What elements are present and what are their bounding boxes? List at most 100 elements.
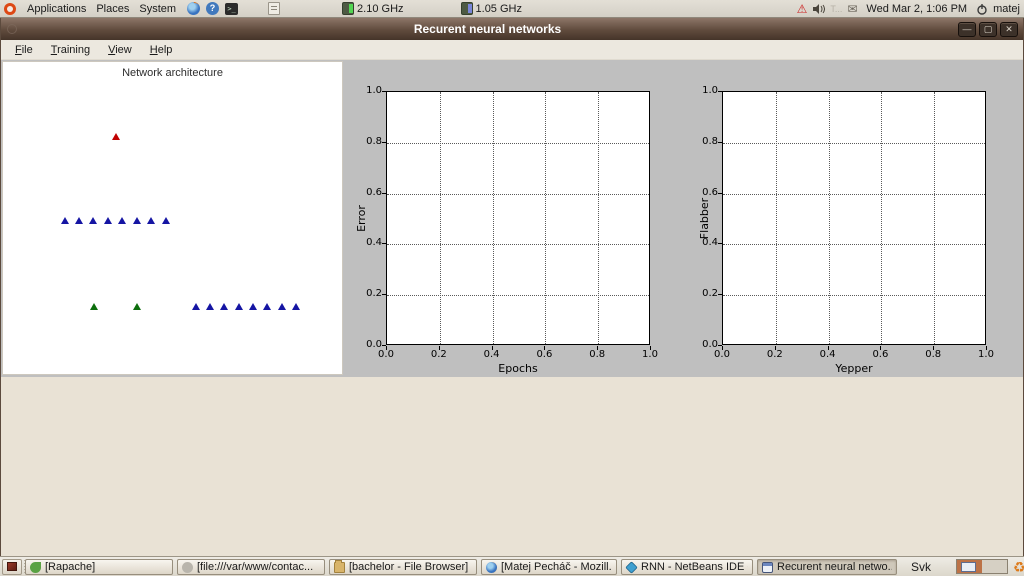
status-area: ⚠ T... ✉ Wed Mar 2, 1:06 PM matej <box>797 3 1020 15</box>
gridline <box>881 92 883 344</box>
title-bar[interactable]: Recurent neural networks — ▢ ✕ <box>1 18 1023 40</box>
cpu-icon <box>342 2 355 15</box>
menu-training[interactable]: Training <box>43 42 98 58</box>
desktop: Applications Places System ? >_ 2.10 GHz 1… <box>0 0 1024 576</box>
maximize-button[interactable]: ▢ <box>979 21 997 37</box>
plot-axes <box>386 91 650 345</box>
trash-icon[interactable]: ♻ <box>1013 559 1024 575</box>
task-label: [file:///var/www/contac... <box>197 561 314 573</box>
y-axis-label: Flabber <box>698 197 712 240</box>
task-label: [Matej Pecháč - Mozill... <box>501 561 612 573</box>
gridline <box>545 92 547 344</box>
show-desktop-button[interactable] <box>2 558 22 575</box>
y-axis-label: Error <box>354 205 368 232</box>
neuron-marker <box>90 303 98 310</box>
tick-mark <box>718 91 722 92</box>
tick-mark <box>718 243 722 245</box>
tick-mark <box>382 294 386 296</box>
cpu2-frequency: 1.05 GHz <box>475 2 522 15</box>
y-tick-label: 0.0 <box>702 339 718 350</box>
y-tick-label: 0.8 <box>702 135 718 147</box>
tick-mark <box>718 294 722 296</box>
gridline <box>934 92 936 344</box>
neuron-marker <box>75 217 83 224</box>
tick-mark <box>382 192 386 194</box>
y-tick-label: 0.6 <box>366 186 382 198</box>
warning-icon[interactable]: ⚠ <box>797 3 808 15</box>
task-label: [bachelor - File Browser] <box>349 561 469 573</box>
menu-file[interactable]: File <box>7 42 41 58</box>
terminal-icon[interactable]: >_ <box>225 2 239 15</box>
cpu-freq-applet-1[interactable]: 2.10 GHz <box>342 2 404 15</box>
x-tick-label: 0.4 <box>819 349 836 360</box>
panel-menu-places[interactable]: Places <box>91 2 134 16</box>
x-tick-label: 1.0 <box>978 349 994 360</box>
x-tick-label: 0.6 <box>872 349 889 360</box>
network-architecture-panel: Network architecture <box>2 61 343 375</box>
tick-mark <box>933 346 935 350</box>
ubuntu-logo-icon <box>4 2 16 15</box>
workspace-2[interactable] <box>982 560 1007 573</box>
neuron-marker <box>249 303 257 310</box>
gridline <box>387 193 649 195</box>
firefox-launcher-icon[interactable] <box>187 2 201 15</box>
tick-mark <box>880 346 882 350</box>
window-menu-icon[interactable] <box>7 24 17 34</box>
gridline <box>439 92 441 344</box>
close-button[interactable]: ✕ <box>1000 21 1018 37</box>
task-button[interactable]: [Matej Pecháč - Mozill... <box>481 559 617 575</box>
x-tick-label: 1.0 <box>642 349 658 360</box>
workspace-1[interactable] <box>957 560 982 573</box>
keyboard-layout-indicator[interactable]: Svk <box>911 560 931 574</box>
network-icon[interactable]: T... <box>830 4 842 14</box>
menu-help[interactable]: Help <box>142 42 181 58</box>
x-axis-label: Yepper <box>835 362 873 375</box>
task-button[interactable]: [bachelor - File Browser] <box>329 559 477 575</box>
task-button[interactable]: RNN - NetBeans IDE 6... <box>621 559 753 575</box>
x-tick-label: 0.2 <box>430 349 447 360</box>
power-icon[interactable] <box>976 3 988 15</box>
x-tick-label: 0.2 <box>766 349 783 360</box>
mail-icon[interactable]: ✉ <box>847 3 857 15</box>
tick-mark <box>718 192 722 194</box>
gedit-icon <box>182 561 193 573</box>
session-user[interactable]: matej <box>993 3 1020 15</box>
volume-icon[interactable] <box>812 3 826 15</box>
task-button[interactable]: [Rapache] <box>25 559 173 575</box>
y-tick-label: 0.0 <box>366 339 382 350</box>
tick-mark <box>827 346 829 350</box>
firefox-icon <box>486 561 497 573</box>
y-tick-label: 0.4 <box>366 237 382 249</box>
tick-mark <box>597 346 599 350</box>
help-icon[interactable]: ? <box>206 2 220 15</box>
workspace-switcher[interactable] <box>956 559 1008 574</box>
notes-icon[interactable] <box>268 2 281 15</box>
gridline <box>387 142 649 144</box>
neuron-marker <box>192 303 200 310</box>
tick-mark <box>544 346 546 350</box>
task-button[interactable]: Recurent neural netwo... <box>757 559 897 575</box>
y-tick-label: 0.2 <box>702 288 718 300</box>
panel-menu-applications[interactable]: Applications <box>22 2 91 16</box>
tick-mark <box>650 346 651 350</box>
clock[interactable]: Wed Mar 2, 1:06 PM <box>862 3 971 15</box>
neuron-marker <box>133 217 141 224</box>
main-content: Network architecture 0.0 0.2 0.4 0.6 0.8 1.0 0… <box>1 60 1023 377</box>
y-tick-label: 0.6 <box>702 186 718 198</box>
cpu-freq-applet-2[interactable]: 1.05 GHz <box>460 2 522 15</box>
gridline <box>723 244 985 246</box>
panel-menu-system[interactable]: System <box>134 2 181 16</box>
tick-mark <box>986 346 987 350</box>
neuron-marker <box>263 303 271 310</box>
menu-view[interactable]: View <box>100 42 140 58</box>
task-button[interactable]: [file:///var/www/contac... <box>177 559 325 575</box>
minimize-button[interactable]: — <box>958 21 976 37</box>
menu-bar: File Training View Help <box>1 40 1023 60</box>
neuron-marker <box>162 217 170 224</box>
x-tick-label: 0.6 <box>536 349 553 360</box>
neuron-marker <box>89 217 97 224</box>
neuron-marker <box>235 303 243 310</box>
gridline <box>387 295 649 297</box>
cpu1-frequency: 2.10 GHz <box>357 2 404 15</box>
gridline <box>387 244 649 246</box>
